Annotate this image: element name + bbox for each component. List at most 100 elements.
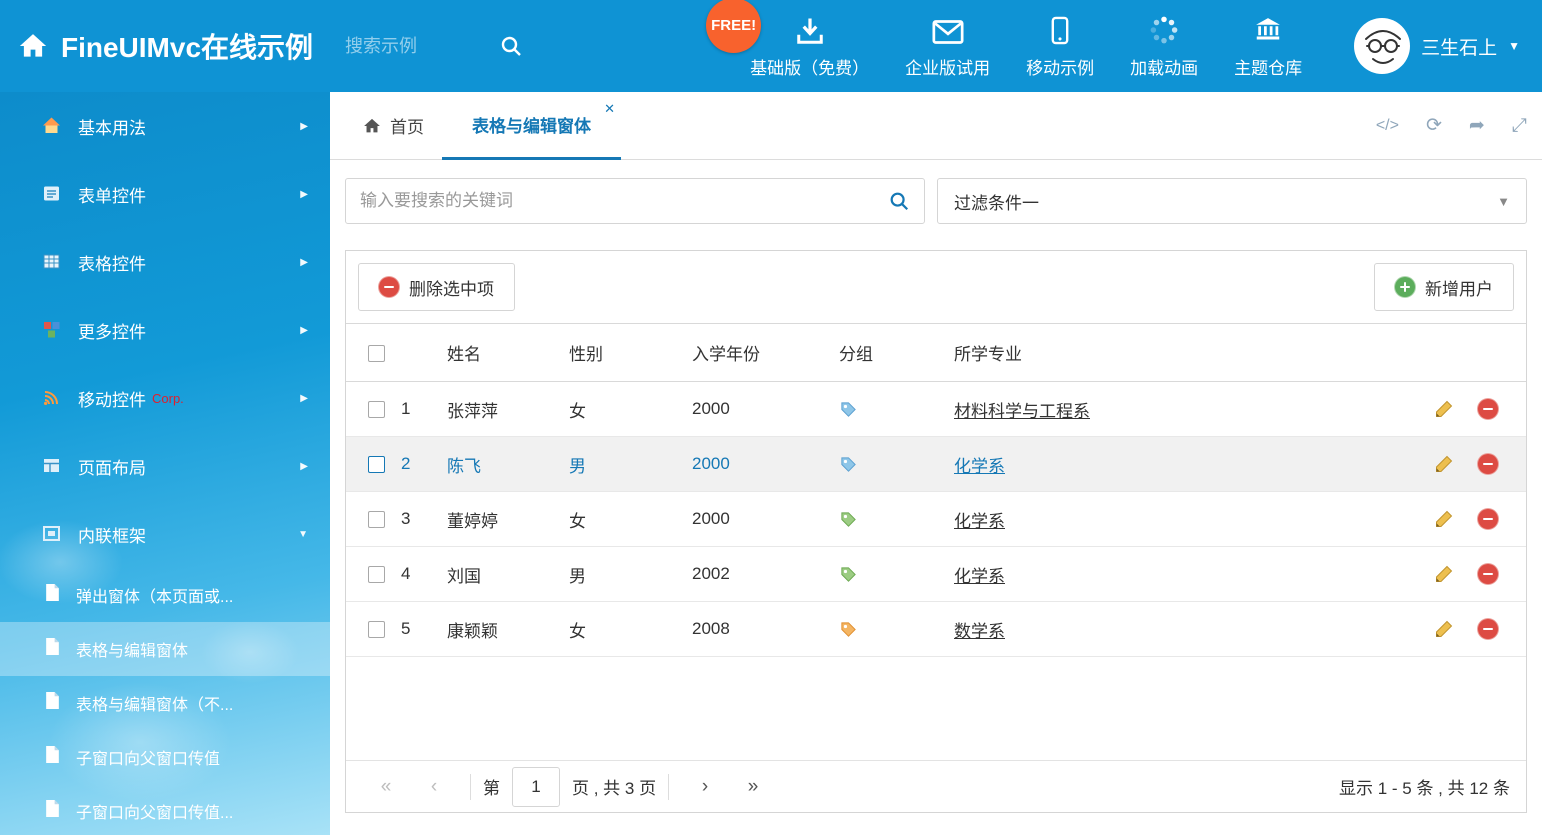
tag-icon	[839, 510, 858, 529]
tab-grid-edit-window[interactable]: 表格与编辑窗体 ✕	[442, 92, 621, 160]
row-checkbox[interactable]	[368, 566, 385, 583]
app-title: FineUIMvc在线示例	[61, 26, 313, 66]
add-user-button[interactable]: 新增用户	[1374, 263, 1514, 311]
divider	[668, 774, 669, 800]
delete-icon[interactable]	[1478, 619, 1498, 639]
table-row: 5 康颖颖 女 2008 数学系	[346, 602, 1526, 657]
edit-icon[interactable]	[1434, 399, 1454, 419]
free-badge: FREE!	[706, 0, 761, 53]
row-number: 5	[401, 602, 447, 657]
sidebar-subitem-popup-window[interactable]: 弹出窗体（本页面或...	[0, 568, 330, 622]
sidebar-item-grid-controls[interactable]: 表格控件 ▶	[0, 228, 330, 296]
sidebar-subitem-child-to-parent-2[interactable]: 子窗口向父窗口传值...	[0, 784, 330, 835]
grid-panel: 删除选中项 新增用户 姓名 性别 入学年份 分组 所学专业	[345, 250, 1527, 813]
keyword-search-input[interactable]	[360, 191, 888, 211]
row-number: 1	[401, 382, 447, 437]
sidebar-item-mobile-controls[interactable]: 移动控件 Corp. ▶	[0, 364, 330, 432]
edit-icon[interactable]	[1434, 509, 1454, 529]
sidebar-subitem-grid-edit-window[interactable]: 表格与编辑窗体	[0, 622, 330, 676]
delete-icon[interactable]	[1478, 509, 1498, 529]
user-avatar	[1354, 18, 1410, 74]
header-search-input[interactable]	[345, 36, 473, 57]
major-link[interactable]: 化学系	[954, 512, 1005, 531]
table-empty-area	[346, 657, 1526, 760]
cell-gender: 男	[569, 547, 692, 602]
delete-icon[interactable]	[1478, 454, 1498, 474]
file-icon	[44, 799, 61, 823]
row-checkbox[interactable]	[368, 401, 385, 418]
file-icon	[44, 691, 61, 715]
signal-icon	[42, 388, 62, 408]
tag-icon	[839, 565, 858, 584]
refresh-icon[interactable]: ⟳	[1426, 114, 1442, 137]
search-icon[interactable]	[499, 34, 523, 58]
record-count-summary: 显示 1 - 5 条 , 共 12 条	[1339, 774, 1510, 799]
nav-item-enterprise-trial[interactable]: 企业版试用	[887, 14, 1008, 79]
row-checkbox[interactable]	[368, 511, 385, 528]
sidebar-item-page-layout[interactable]: 页面布局 ▶	[0, 432, 330, 500]
delete-selected-button[interactable]: 删除选中项	[358, 263, 515, 311]
column-header-gender: 性别	[569, 324, 692, 382]
delete-selected-label: 删除选中项	[409, 275, 494, 300]
cell-gender: 男	[569, 437, 692, 492]
major-link[interactable]: 材料科学与工程系	[954, 402, 1090, 421]
sidebar-item-more-controls[interactable]: 更多控件 ▶	[0, 296, 330, 364]
page-number-input[interactable]	[512, 767, 560, 807]
column-header-name: 姓名	[447, 324, 569, 382]
sidebar-item-basic-usage[interactable]: 基本用法 ▶	[0, 92, 330, 160]
nav-label: 加载动画	[1130, 54, 1198, 79]
major-link[interactable]: 化学系	[954, 457, 1005, 476]
cell-gender: 女	[569, 602, 692, 657]
cell-name: 张萍萍	[447, 382, 569, 437]
user-menu[interactable]: 三生石上 ▼	[1354, 18, 1542, 74]
edit-icon[interactable]	[1434, 454, 1454, 474]
plus-circle-icon	[1395, 277, 1415, 297]
source-code-icon[interactable]: </>	[1376, 117, 1399, 135]
sidebar-subitem-label: 表格与编辑窗体	[76, 637, 188, 661]
add-user-label: 新增用户	[1425, 275, 1493, 300]
sidebar-subitem-child-to-parent[interactable]: 子窗口向父窗口传值	[0, 730, 330, 784]
sidebar: 基本用法 ▶ 表单控件 ▶ 表格控件 ▶ 更多控件 ▶ 移动控件 Corp. ▶…	[0, 92, 330, 835]
nav-item-loading-animation[interactable]: 加载动画	[1112, 14, 1216, 79]
edit-icon[interactable]	[1434, 619, 1454, 639]
first-page-button[interactable]: «	[362, 776, 410, 798]
tab-home[interactable]: 首页	[345, 92, 442, 160]
search-icon[interactable]	[888, 190, 910, 212]
tag-icon	[839, 400, 858, 419]
nav-item-mobile-demo[interactable]: 移动示例	[1008, 14, 1112, 79]
nav-item-theme-repo[interactable]: 主题仓库	[1216, 14, 1320, 79]
tag-icon	[839, 455, 858, 474]
cell-gender: 女	[569, 382, 692, 437]
delete-icon[interactable]	[1478, 399, 1498, 419]
header-search	[345, 34, 523, 58]
filter-dropdown[interactable]: 过滤条件一 ▼	[937, 178, 1527, 224]
expand-icon[interactable]: ⤢	[1512, 115, 1527, 137]
last-page-button[interactable]: »	[729, 776, 777, 798]
delete-icon[interactable]	[1478, 564, 1498, 584]
close-icon[interactable]: ✕	[604, 101, 615, 117]
prev-page-button[interactable]: ‹	[410, 776, 458, 798]
edit-icon[interactable]	[1434, 564, 1454, 584]
sidebar-item-form-controls[interactable]: 表单控件 ▶	[0, 160, 330, 228]
row-checkbox[interactable]	[368, 621, 385, 638]
major-link[interactable]: 化学系	[954, 567, 1005, 586]
envelope-icon	[932, 14, 964, 45]
sidebar-item-label: 基本用法	[78, 114, 146, 139]
main-content: 首页 表格与编辑窗体 ✕ </> ⟳ ➦ ⤢ 过滤条件一 ▼ 删除选中项	[330, 92, 1542, 835]
top-nav: FREE! 基础版（免费） 企业版试用 移动示例 加载动画	[732, 14, 1320, 79]
cell-name: 刘国	[447, 547, 569, 602]
cubes-icon	[42, 320, 62, 340]
sidebar-subitem-label: 表格与编辑窗体（不...	[76, 691, 233, 715]
sidebar-subitem-label: 弹出窗体（本页面或...	[76, 583, 233, 607]
sidebar-item-iframe[interactable]: 内联框架 ▼	[0, 500, 330, 568]
share-icon[interactable]: ➦	[1469, 114, 1485, 137]
next-page-button[interactable]: ›	[681, 776, 729, 798]
nav-label: 主题仓库	[1234, 54, 1302, 79]
major-link[interactable]: 数学系	[954, 622, 1005, 641]
column-header-major: 所学专业	[954, 324, 1416, 382]
sidebar-subitem-grid-edit-window-2[interactable]: 表格与编辑窗体（不...	[0, 676, 330, 730]
layout-icon	[42, 456, 62, 476]
nav-item-basic-free[interactable]: FREE! 基础版（免费）	[732, 14, 887, 79]
select-all-checkbox[interactable]	[368, 345, 385, 362]
row-checkbox[interactable]	[368, 456, 385, 473]
